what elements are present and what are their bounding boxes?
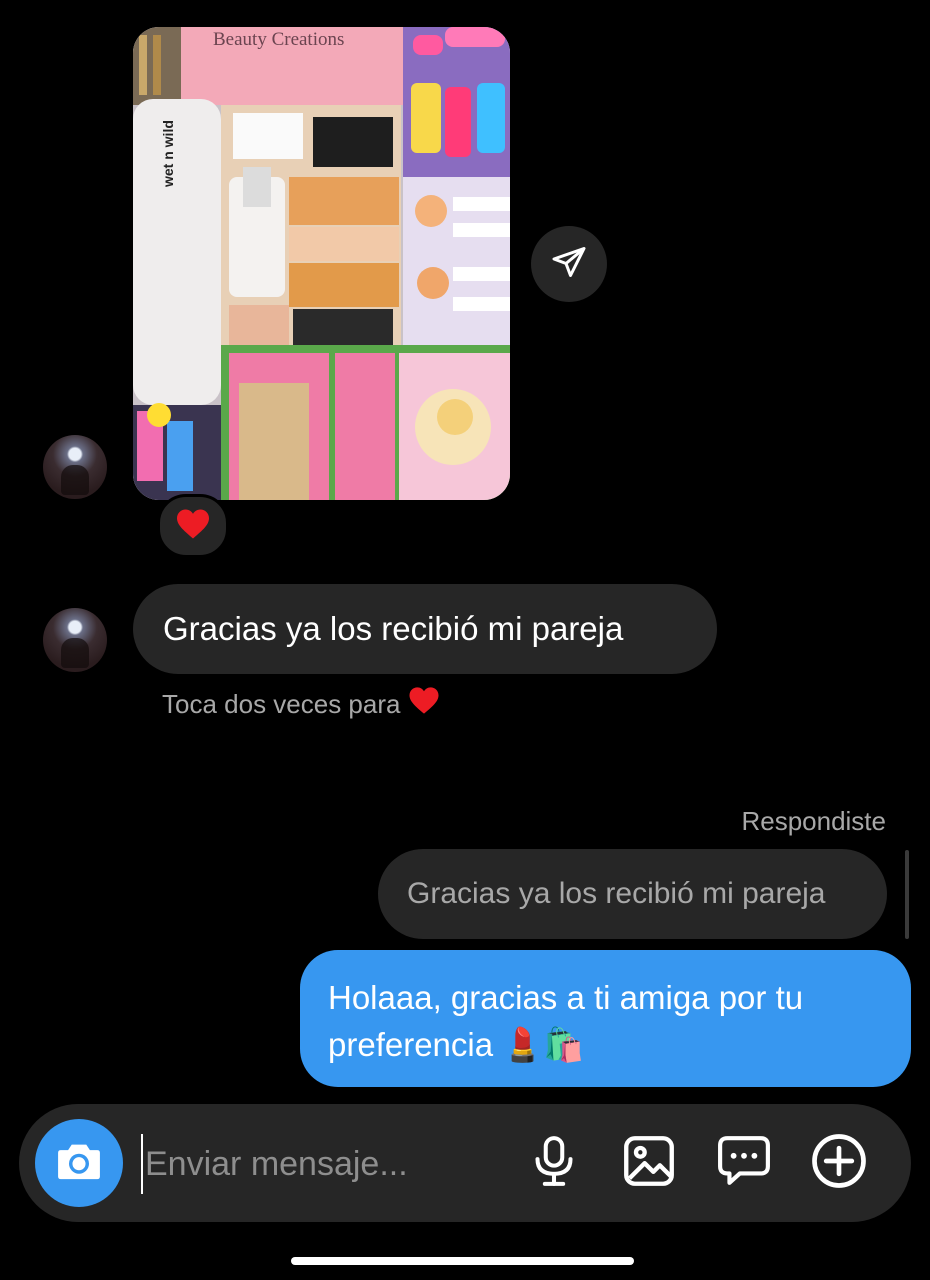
cosmetics-photo: Beauty Creations wet n wild bbox=[133, 27, 510, 500]
contact-avatar[interactable] bbox=[43, 435, 107, 499]
gallery-button[interactable] bbox=[620, 1134, 678, 1192]
incoming-message-text: Gracias ya los recibió mi pareja bbox=[163, 610, 624, 647]
plus-circle-icon bbox=[811, 1133, 867, 1194]
quoted-message-bubble[interactable]: Gracias ya los recibió mi pareja bbox=[378, 849, 887, 939]
sticker-button[interactable] bbox=[715, 1134, 773, 1192]
message-input[interactable] bbox=[141, 1134, 507, 1194]
chat-screen: Beauty Creations wet n wild Gracias ya l… bbox=[0, 0, 930, 1280]
shared-post-image[interactable]: Beauty Creations wet n wild bbox=[133, 27, 510, 500]
outgoing-message-line1: Holaaa, gracias a ti amiga por tu bbox=[328, 979, 804, 1016]
share-button[interactable] bbox=[531, 226, 607, 302]
brand-label: Beauty Creations bbox=[213, 29, 344, 50]
heart-icon bbox=[175, 508, 211, 545]
replied-label: Respondiste bbox=[741, 806, 886, 836]
camera-button[interactable] bbox=[35, 1119, 123, 1207]
camera-icon bbox=[57, 1141, 101, 1186]
message-composer bbox=[19, 1104, 911, 1222]
quoted-message-text: Gracias ya los recibió mi pareja bbox=[407, 877, 826, 910]
outgoing-message-bubble[interactable]: Holaaa, gracias a ti amiga por tu prefer… bbox=[300, 950, 911, 1087]
heart-icon bbox=[408, 686, 440, 722]
outgoing-message-line2: preferencia 💄🛍️ bbox=[328, 1026, 585, 1063]
home-indicator[interactable] bbox=[291, 1257, 634, 1265]
gallery-icon bbox=[623, 1135, 675, 1192]
chat-bubble-icon bbox=[717, 1135, 771, 1192]
double-tap-hint: Toca dos veces para bbox=[162, 686, 440, 722]
microphone-icon bbox=[532, 1135, 576, 1192]
heart-reaction[interactable] bbox=[157, 494, 229, 558]
more-button[interactable] bbox=[810, 1133, 868, 1194]
paper-plane-icon bbox=[551, 244, 587, 285]
incoming-message-bubble[interactable]: Gracias ya los recibió mi pareja bbox=[133, 584, 717, 674]
side-brand-label: wet n wild bbox=[160, 120, 176, 188]
reply-indicator-line bbox=[905, 850, 909, 939]
microphone-button[interactable] bbox=[525, 1134, 583, 1192]
contact-avatar[interactable] bbox=[43, 608, 107, 672]
double-tap-hint-text: Toca dos veces para bbox=[162, 688, 401, 719]
